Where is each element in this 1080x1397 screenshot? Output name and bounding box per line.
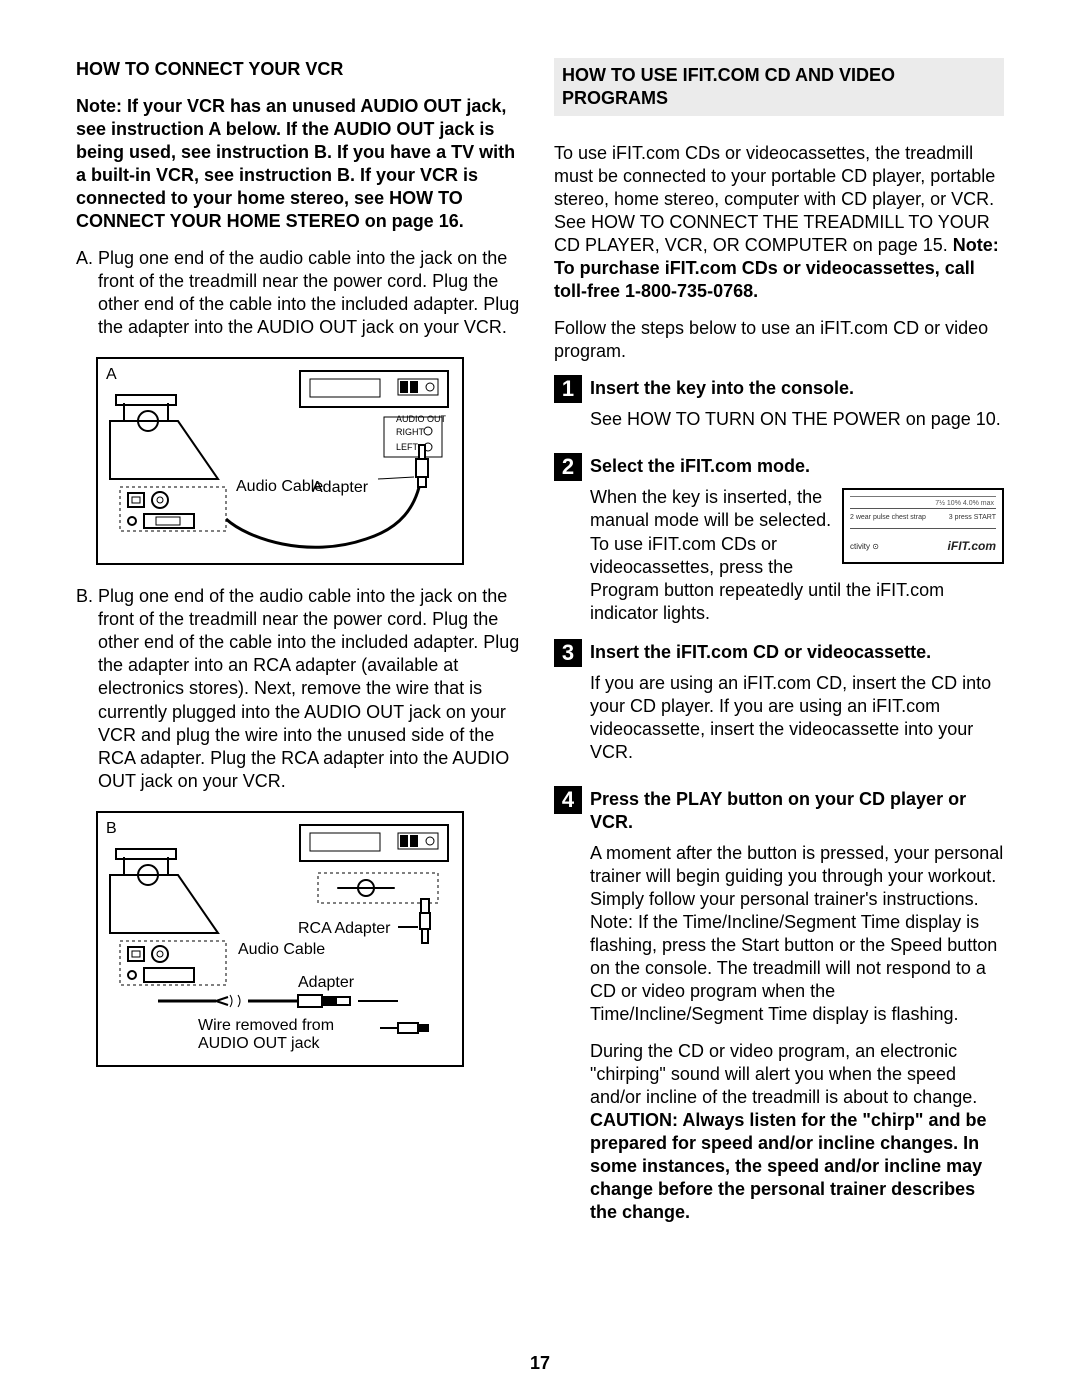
step-3-number: 3 <box>554 639 582 667</box>
diagram-a-left: LEFT <box>396 442 418 454</box>
diagram-b: B Audio Cable Adapter RCA Adapter Wire r… <box>96 811 464 1067</box>
instruction-b-tag: B. <box>76 585 98 806</box>
step-4-body-1: A moment after the button is pressed, yo… <box>590 842 1004 1026</box>
left-note: Note: If your VCR has an unused AUDIO OU… <box>76 95 526 233</box>
step-1-title: Insert the key into the console. <box>590 377 1004 400</box>
diagram-a-audio-out: AUDIO OUT <box>396 414 446 426</box>
step-3-title: Insert the iFIT.com CD or videocassette. <box>590 641 1004 664</box>
step-4-body-2: During the CD or video program, an elect… <box>590 1040 1004 1224</box>
step-4-title: Press the PLAY button on your CD player … <box>590 788 1004 834</box>
step-3-body: If you are using an iFIT.com CD, insert … <box>590 672 1004 764</box>
instruction-b-text: Plug one end of the audio cable into the… <box>98 585 526 792</box>
right-p2: Follow the steps below to use an iFIT.co… <box>554 317 1004 363</box>
step-1: 1 Insert the key into the console. See H… <box>554 377 1004 445</box>
diagram-b-audio-cable: Audio Cable <box>238 941 325 959</box>
step-3: 3 Insert the iFIT.com CD or videocassett… <box>554 641 1004 778</box>
diagram-b-letter: B <box>106 819 117 839</box>
step-4: 4 Press the PLAY button on your CD playe… <box>554 788 1004 1239</box>
step-1-body: See HOW TO TURN ON THE POWER on page 10. <box>590 408 1004 431</box>
page-number: 17 <box>0 1352 1080 1375</box>
diagram-a-audio-cable: Audio Cable <box>236 478 323 496</box>
diagram-b-rca-adapter: RCA Adapter <box>298 919 391 939</box>
step-2-title: Select the iFIT.com mode. <box>590 455 1004 478</box>
step-4-number: 4 <box>554 786 582 814</box>
step-2-number: 2 <box>554 453 582 481</box>
left-heading: HOW TO CONNECT YOUR VCR <box>76 58 526 81</box>
diagram-a-right: RIGHT <box>396 427 424 439</box>
step-2: 2 Select the iFIT.com mode. 7½ 10% 4.0% … <box>554 455 1004 624</box>
diagram-a: A Audio Cable Adapter AUDIO OUT RIGHT LE… <box>96 357 464 565</box>
diagram-b-adapter: Adapter <box>298 973 354 993</box>
diagram-b-wire-removed: Wire removed from AUDIO OUT jack <box>198 1017 378 1054</box>
instruction-a-tag: A. <box>76 247 98 353</box>
right-heading: HOW TO USE IFIT.COM CD AND VIDEO PROGRAM… <box>554 58 1004 116</box>
diagram-a-letter: A <box>106 365 117 385</box>
diagram-a-adapter: Adapter <box>312 478 368 498</box>
right-p1: To use iFIT.com CDs or videocassettes, t… <box>554 142 1004 303</box>
step-1-number: 1 <box>554 375 582 403</box>
console-inset-diagram: 7½ 10% 4.0% max 2 wear pulse chest strap… <box>842 488 1004 564</box>
instruction-a-text: Plug one end of the audio cable into the… <box>98 247 526 339</box>
